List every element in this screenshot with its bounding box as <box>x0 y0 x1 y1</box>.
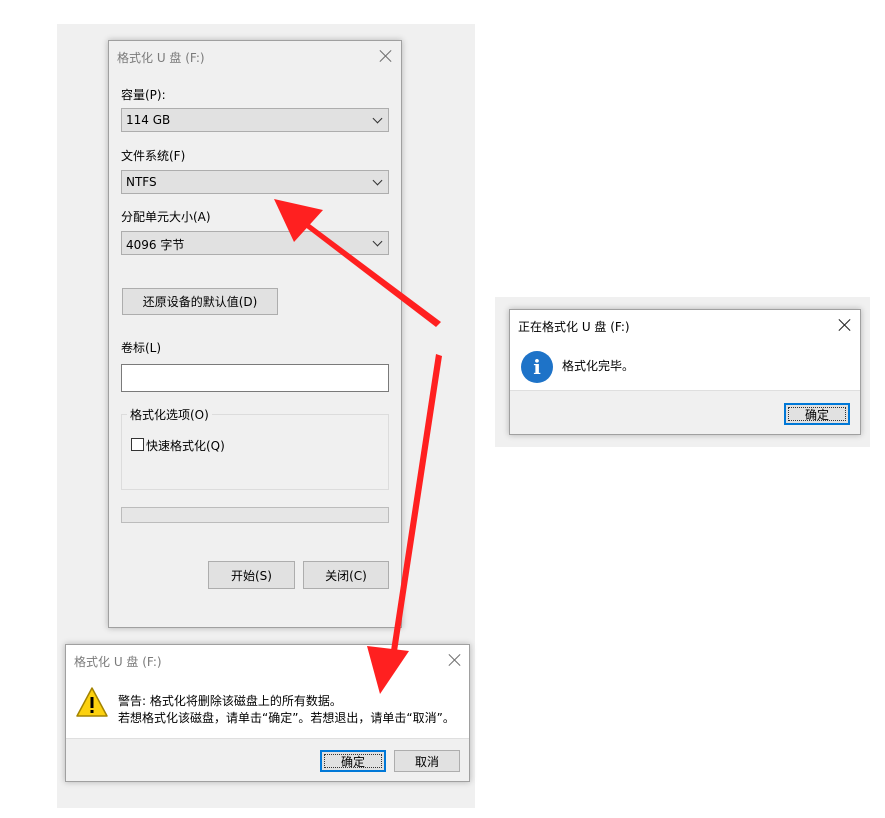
warning-dialog-title: 格式化 U 盘 (F:) <box>74 655 162 669</box>
close-label: 关闭(C) <box>325 568 367 583</box>
start-button[interactable]: 开始(S) <box>208 561 295 589</box>
restore-defaults-button[interactable]: 还原设备的默认值(D) <box>122 288 278 315</box>
close-button[interactable]: 关闭(C) <box>303 561 389 589</box>
alloc-size-value: 4096 字节 <box>126 238 185 252</box>
filesystem-select[interactable]: NTFS <box>121 170 389 194</box>
warning-message-line1: 警告: 格式化将删除该磁盘上的所有数据。 <box>118 694 342 708</box>
alloc-size-select[interactable]: 4096 字节 <box>121 231 389 255</box>
warning-cancel-label: 取消 <box>414 754 439 769</box>
info-icon: i <box>521 351 553 383</box>
volume-label-input[interactable] <box>121 364 389 392</box>
alloc-size-label: 分配单元大小(A) <box>121 210 211 224</box>
warning-ok-button[interactable]: 确定 <box>320 750 386 772</box>
filesystem-value: NTFS <box>126 175 157 189</box>
chevron-down-icon <box>372 113 383 124</box>
warning-message-line2: 若想格式化该磁盘，请单击“确定”。若想退出，请单击“取消”。 <box>118 711 455 725</box>
volume-label-label: 卷标(L) <box>121 341 162 355</box>
close-icon[interactable] <box>837 317 853 333</box>
capacity-select[interactable]: 114 GB <box>121 108 389 132</box>
capacity-label: 容量(P): <box>121 88 166 102</box>
capacity-value: 114 GB <box>126 113 171 127</box>
complete-message: 格式化完毕。 <box>562 359 635 373</box>
warning-cancel-button[interactable]: 取消 <box>394 750 460 772</box>
complete-dialog-title: 正在格式化 U 盘 (F:) <box>518 320 630 334</box>
format-dialog-title: 格式化 U 盘 (F:) <box>117 51 205 65</box>
format-warning-dialog: 格式化 U 盘 (F:) 警告: 格式化将删除该磁盘上的所有数据。 若想格式化该… <box>65 644 470 782</box>
warning-icon <box>76 687 108 717</box>
format-progress-bar <box>121 507 389 523</box>
chevron-down-icon <box>372 236 383 247</box>
close-icon[interactable] <box>378 48 394 64</box>
quick-format-label: 快速格式化(Q) <box>146 439 225 453</box>
filesystem-label: 文件系统(F) <box>121 149 186 163</box>
restore-defaults-label: 还原设备的默认值(D) <box>142 295 258 309</box>
format-complete-dialog: 正在格式化 U 盘 (F:) i 格式化完毕。 确定 <box>509 309 861 435</box>
close-icon[interactable] <box>447 652 463 668</box>
start-label: 开始(S) <box>231 568 272 583</box>
chevron-down-icon <box>372 175 383 186</box>
complete-ok-button[interactable]: 确定 <box>784 403 850 425</box>
format-options-label: 格式化选项(O) <box>127 406 212 423</box>
format-dialog: 格式化 U 盘 (F:) 容量(P): 114 GB 文件系统(F) NTFS … <box>108 40 402 628</box>
quick-format-checkbox[interactable] <box>131 438 144 451</box>
